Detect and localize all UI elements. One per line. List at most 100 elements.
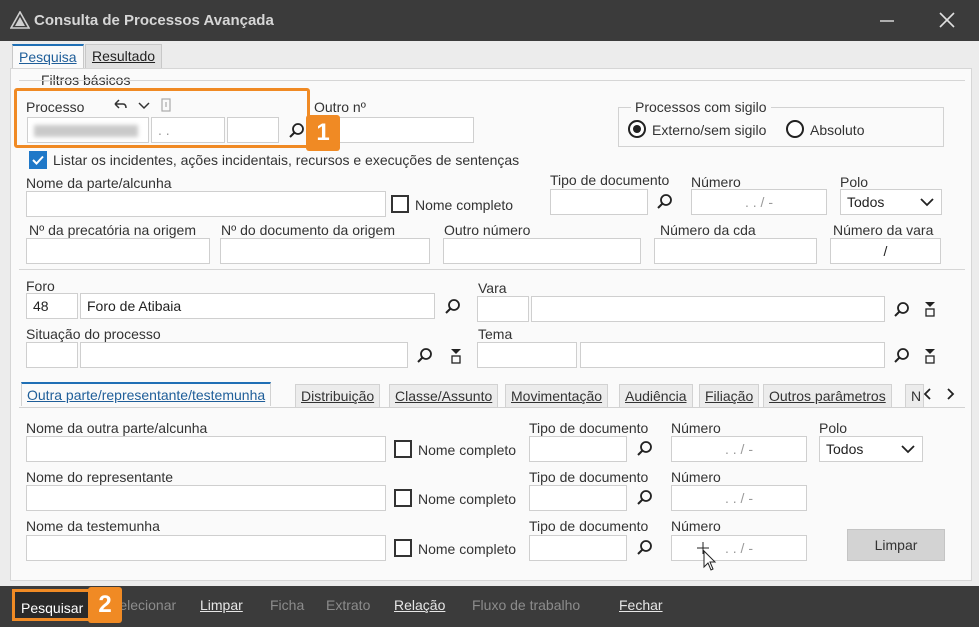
- tab-pesquisa[interactable]: Pesquisa: [12, 44, 84, 68]
- mouse-cursor-icon: [697, 542, 717, 571]
- radio-externo-label: Externo/sem sigilo: [652, 122, 767, 138]
- tipo-doc-label: Tipo de documento: [529, 518, 649, 534]
- fluxo-trabalho-button[interactable]: Fluxo de trabalho: [472, 597, 580, 613]
- nome-completo-checkbox[interactable]: [394, 440, 412, 458]
- tipo-doc-input[interactable]: [550, 189, 648, 215]
- vara-name-input[interactable]: [531, 296, 885, 322]
- situacao-code-input[interactable]: [26, 342, 78, 368]
- title-bar: Consulta de Processos Avançada: [0, 0, 979, 41]
- tab-movimentacao[interactable]: Movimentação: [505, 384, 609, 408]
- foro-name-input[interactable]: Foro de Atibaia: [80, 293, 435, 319]
- fechar-button[interactable]: Fechar: [619, 597, 663, 613]
- search-icon[interactable]: [893, 301, 911, 319]
- doc-origem-label: Nº do documento da origem: [221, 222, 395, 238]
- tipo-doc-label: Tipo de documento: [550, 172, 670, 188]
- nome-completo-checkbox[interactable]: [391, 195, 409, 213]
- search-icon[interactable]: [893, 347, 911, 365]
- numero-label: Número: [671, 469, 721, 485]
- vara-label: Vara: [478, 280, 507, 296]
- limpar-toolbar-button[interactable]: Limpar: [200, 597, 243, 613]
- foro-code-input[interactable]: 48: [26, 293, 78, 319]
- tema-name-input[interactable]: [580, 342, 885, 368]
- filter-dropdown-icon[interactable]: [447, 347, 465, 365]
- tab-distribuicao[interactable]: Distribuição: [295, 384, 381, 408]
- chevron-down-icon: [920, 198, 934, 207]
- radio-absoluto-label: Absoluto: [810, 122, 865, 138]
- outro-no-label: Outro nº: [314, 99, 366, 115]
- callout-2: 2: [88, 587, 122, 623]
- tab-audiencia[interactable]: Audiência: [619, 384, 693, 408]
- tab-resultado[interactable]: Resultado: [85, 44, 163, 68]
- search-icon[interactable]: [656, 193, 674, 211]
- bottom-toolbar: Pesquisar Selecionar Limpar Ficha Extrat…: [0, 586, 979, 627]
- nome-parte-label: Nome da parte/alcunha: [26, 175, 172, 191]
- nome-test-label: Nome da testemunha: [26, 518, 160, 534]
- limpar-button[interactable]: Limpar: [847, 529, 945, 561]
- numero-input[interactable]: . . / -: [671, 535, 807, 561]
- nome-completo-checkbox[interactable]: [394, 539, 412, 557]
- nome-outra-label: Nome da outra parte/alcunha: [26, 420, 208, 436]
- polo-label: Polo: [819, 420, 848, 436]
- nome-completo-label: Nome completo: [415, 197, 514, 213]
- window-title: Consulta de Processos Avançada: [34, 12, 274, 29]
- search-icon[interactable]: [636, 539, 654, 557]
- numero-vara-input[interactable]: /: [830, 238, 941, 264]
- extrato-button[interactable]: Extrato: [326, 597, 370, 613]
- search-icon[interactable]: [636, 440, 654, 458]
- filter-dropdown-icon[interactable]: [921, 300, 939, 318]
- ficha-button[interactable]: Ficha: [270, 597, 304, 613]
- search-icon[interactable]: [416, 347, 434, 365]
- chevron-right-icon[interactable]: [941, 385, 959, 403]
- listar-checkbox[interactable]: [29, 151, 47, 169]
- tipo-doc-input[interactable]: [529, 535, 627, 561]
- vara-code-input[interactable]: [477, 296, 529, 322]
- tab-classe-assunto[interactable]: Classe/Assunto: [389, 384, 499, 408]
- radio-absoluto[interactable]: [786, 120, 804, 138]
- numero-input[interactable]: . . / -: [671, 436, 807, 462]
- sigilo-legend: Processos com sigilo: [631, 99, 771, 115]
- relacao-button[interactable]: Relação: [394, 597, 445, 613]
- tab-filiacao[interactable]: Filiação: [699, 384, 760, 408]
- dialog-body: Pesquisa Resultado Filtros básicos Proce…: [0, 41, 979, 586]
- polo-select[interactable]: Todos: [840, 189, 942, 215]
- tipo-doc-input[interactable]: [529, 485, 627, 511]
- highlight-processo: [14, 88, 310, 148]
- outro-numero-label: Outro número: [444, 222, 531, 238]
- search-icon[interactable]: [444, 298, 462, 316]
- nome-test-input[interactable]: [26, 535, 386, 561]
- close-icon[interactable]: [932, 8, 962, 34]
- situacao-label: Situação do processo: [26, 326, 161, 342]
- foro-label: Foro: [26, 278, 55, 294]
- tab-outra-parte[interactable]: Outra parte/representante/testemunha: [21, 382, 272, 406]
- nome-repr-input[interactable]: [26, 485, 386, 511]
- minimize-icon[interactable]: [872, 8, 902, 34]
- nome-parte-input[interactable]: [26, 191, 386, 217]
- numero-label: Número: [691, 174, 741, 190]
- listar-label: Listar os incidentes, ações incidentais,…: [53, 152, 520, 168]
- numero-cda-input[interactable]: [654, 238, 817, 264]
- radio-externo[interactable]: [628, 120, 646, 138]
- pesquisar-button[interactable]: Pesquisar: [12, 589, 93, 621]
- chevron-down-icon: [901, 445, 915, 454]
- polo-label: Polo: [840, 174, 869, 190]
- numero-input[interactable]: . . / -: [671, 485, 807, 511]
- nome-completo-checkbox[interactable]: [394, 489, 412, 507]
- filter-dropdown-icon[interactable]: [921, 347, 939, 365]
- nome-repr-label: Nome do representante: [26, 469, 174, 485]
- nome-outra-input[interactable]: [26, 436, 386, 462]
- search-icon[interactable]: [636, 489, 654, 507]
- tipo-doc-input[interactable]: [529, 436, 627, 462]
- tema-label: Tema: [478, 326, 513, 342]
- tema-code-input[interactable]: [477, 342, 577, 368]
- polo-select[interactable]: Todos: [819, 436, 923, 462]
- tab-outros-parametros[interactable]: Outros parâmetros: [763, 384, 892, 408]
- situacao-name-input[interactable]: [80, 342, 408, 368]
- chevron-left-icon[interactable]: [919, 385, 937, 403]
- doc-origem-input[interactable]: [220, 238, 430, 264]
- numero-vara-label: Número da vara: [833, 222, 934, 238]
- nome-completo-label: Nome completo: [418, 491, 517, 507]
- outro-numero-input[interactable]: [443, 238, 641, 264]
- numero-input[interactable]: . . / -: [691, 189, 827, 215]
- precatoria-input[interactable]: [26, 238, 210, 264]
- divider: [19, 269, 965, 270]
